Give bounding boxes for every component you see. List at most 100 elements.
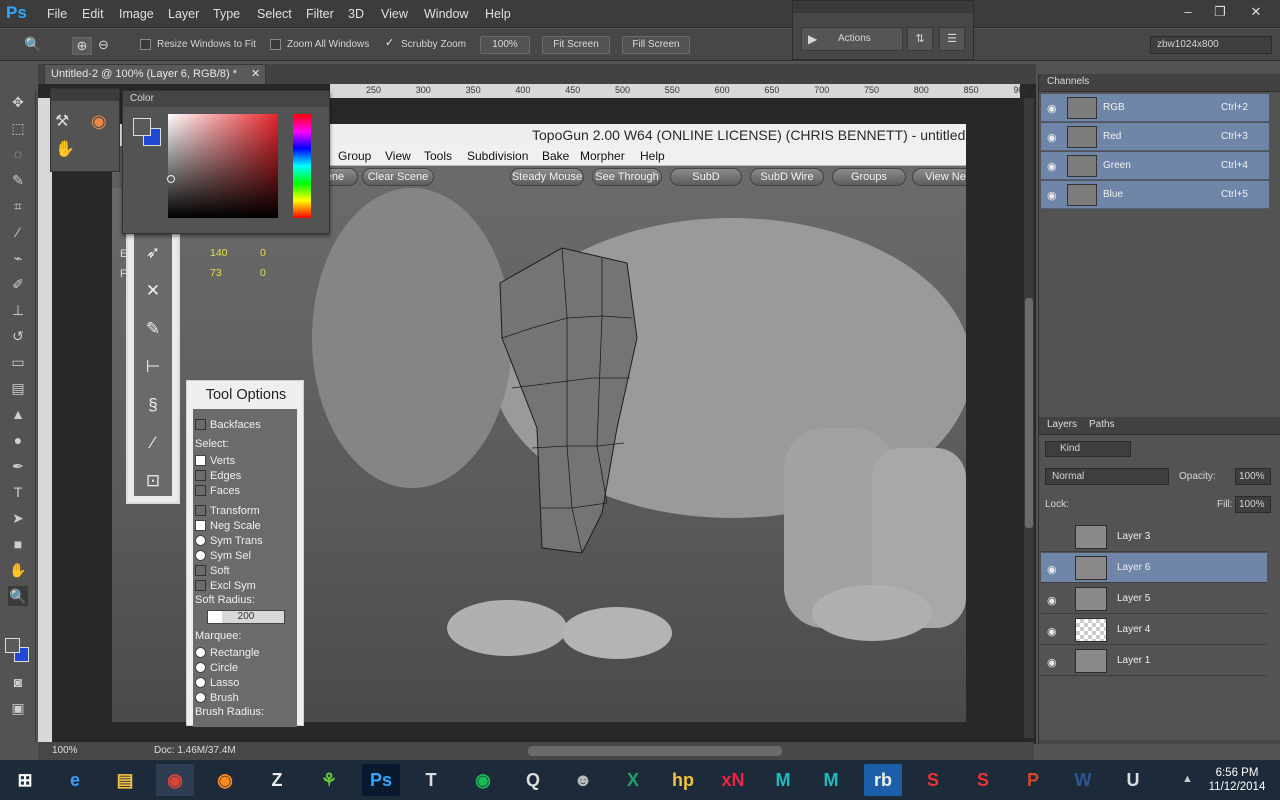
faces-option[interactable]: Faces (195, 485, 240, 497)
neg-scale-option[interactable]: Neg Scale (195, 520, 261, 532)
close-tab-icon[interactable]: ✕ (251, 65, 260, 83)
opacity-field[interactable]: 100% (1235, 468, 1271, 485)
shape-tool-icon[interactable]: ■ (8, 534, 28, 554)
clone-source-icon[interactable]: ✋ (55, 139, 75, 159)
eye-icon[interactable]: ◉ (1047, 160, 1057, 173)
document-tab[interactable]: Untitled-2 @ 100% (Layer 6, RGB/8) * ✕ (44, 64, 266, 84)
soft-checkbox[interactable] (195, 565, 206, 576)
color-wheel-icon[interactable]: ◉ (91, 111, 107, 132)
firefox-icon[interactable]: ◉ (206, 764, 244, 796)
zoom-all-checkbox[interactable] (270, 39, 281, 50)
tg-menu-group[interactable]: Group (338, 149, 371, 163)
brush-option[interactable]: Brush (195, 692, 239, 704)
quick-mask-icon[interactable]: ◙ (8, 672, 28, 692)
eye-icon[interactable]: ◉ (1047, 594, 1057, 607)
quicktime-icon[interactable]: Q (514, 764, 552, 796)
circle-option[interactable]: Circle (195, 662, 238, 674)
explorer-icon[interactable]: ▤ (106, 764, 144, 796)
menu-select[interactable]: Select (257, 7, 292, 21)
groups-button[interactable]: Groups (832, 168, 906, 186)
eye-icon[interactable]: ◉ (1047, 563, 1057, 576)
menu-image[interactable]: Image (119, 7, 154, 21)
tg-menu-tools[interactable]: Tools (424, 149, 452, 163)
topogun-icon[interactable]: ⚘ (310, 764, 348, 796)
transform-checkbox[interactable] (195, 505, 206, 516)
color-field[interactable] (168, 114, 278, 218)
brush-tool-icon[interactable]: ✐ (8, 274, 28, 294)
channel-row[interactable]: ◉ RGB Ctrl+2 (1041, 94, 1269, 122)
transform-option[interactable]: Transform (195, 505, 260, 517)
fit-screen-button[interactable]: Fit Screen (542, 36, 610, 54)
excel-icon[interactable]: X (614, 764, 652, 796)
sym-sel-option[interactable]: Sym Sel (195, 550, 251, 562)
verts-checkbox[interactable] (195, 455, 206, 466)
edges-option[interactable]: Edges (195, 470, 241, 482)
gradient-icon[interactable]: ▤ (8, 378, 28, 398)
menu-help[interactable]: Help (485, 7, 511, 21)
eye-icon[interactable]: ◉ (1047, 625, 1057, 638)
blend-mode-select[interactable]: Normal (1045, 468, 1169, 485)
history-brush-icon[interactable]: ↺ (8, 326, 28, 346)
select-arrow-icon[interactable]: ➶ (142, 242, 164, 264)
layer-row-selected[interactable]: ◉ Layer 6 (1041, 553, 1267, 583)
channel-row[interactable]: ◉ Blue Ctrl+5 (1041, 181, 1269, 209)
subd-wire-button[interactable]: SubD Wire (750, 168, 824, 186)
rectangle-option[interactable]: Rectangle (195, 647, 260, 659)
tubes-icon[interactable]: § (142, 394, 164, 416)
obs-icon[interactable]: ☻ (564, 764, 602, 796)
view-net-button[interactable]: View Net (912, 168, 966, 186)
rectangle-radio[interactable] (195, 647, 206, 658)
steady-mouse-button[interactable]: Steady Mouse (510, 168, 584, 186)
bridge-icon[interactable]: ⊢ (142, 356, 164, 378)
soft-radius-slider[interactable]: 200 (207, 610, 285, 624)
faces-checkbox[interactable] (195, 485, 206, 496)
properties-icon[interactable]: ☰ (939, 27, 965, 51)
menu-layer[interactable]: Layer (168, 7, 199, 21)
tg-menu-morpher[interactable]: Morpher (580, 149, 625, 163)
unreal-icon[interactable]: U (1114, 764, 1152, 796)
spotify-icon[interactable]: ◉ (464, 764, 502, 796)
sym-trans-option[interactable]: Sym Trans (195, 535, 263, 547)
zoom-out-icon[interactable]: ⊖ (98, 37, 109, 53)
brush-preset-icon[interactable]: ⚒ (55, 111, 69, 131)
substance2-icon[interactable]: S (964, 764, 1002, 796)
subd-button[interactable]: SubD (670, 168, 742, 186)
pen-tool-icon[interactable]: ✒ (8, 456, 28, 476)
eye-icon[interactable]: ◉ (1047, 102, 1057, 115)
menu-window[interactable]: Window (424, 7, 468, 21)
delete-x-icon[interactable]: ✕ (142, 280, 164, 302)
sym-trans-radio[interactable] (195, 535, 206, 546)
word-icon[interactable]: W (1064, 764, 1102, 796)
healing-brush-icon[interactable]: ⌁ (8, 248, 28, 268)
substance-icon[interactable]: S (914, 764, 952, 796)
horizontal-scroll-thumb[interactable] (528, 746, 782, 756)
photoshop-task-icon[interactable]: Ps (362, 764, 400, 796)
tg-menu-help[interactable]: Help (640, 149, 665, 163)
start-icon[interactable]: ⊞ (6, 764, 44, 796)
menu-filter[interactable]: Filter (306, 7, 334, 21)
chrome-icon[interactable]: ◉ (156, 764, 194, 796)
backfaces-checkbox[interactable] (195, 419, 206, 430)
tg-menu-view[interactable]: View (385, 149, 411, 163)
layer-row[interactable]: ◉ Layer 5 (1041, 584, 1267, 614)
menu-view[interactable]: View (381, 7, 408, 21)
layers-tab[interactable]: Layers (1047, 419, 1077, 430)
zoom-icon[interactable]: 🔍 (24, 36, 41, 53)
hand-tool-icon[interactable]: ✋ (8, 560, 28, 580)
layer-row[interactable]: ◉ Layer 4 (1041, 615, 1267, 645)
status-zoom[interactable]: 100% (52, 745, 78, 756)
channel-row[interactable]: ◉ Green Ctrl+4 (1041, 152, 1269, 180)
menu-type[interactable]: Type (213, 7, 240, 21)
clear-scene-button[interactable]: Clear Scene (362, 168, 434, 186)
rb-icon[interactable]: rb (864, 764, 902, 796)
sym-sel-radio[interactable] (195, 550, 206, 561)
edges-checkbox[interactable] (195, 470, 206, 481)
eyedropper-icon[interactable]: ⁄ (8, 222, 28, 242)
dodge-tool-icon[interactable]: ● (8, 430, 28, 450)
eye-icon[interactable]: ◉ (1047, 656, 1057, 669)
menu-file[interactable]: File (47, 7, 67, 21)
type-tool-icon[interactable]: T (8, 482, 28, 502)
fg-swatch[interactable] (133, 118, 151, 136)
history-icon[interactable]: ⇅ (907, 27, 933, 51)
close-button[interactable]: ✕ (1240, 2, 1272, 22)
